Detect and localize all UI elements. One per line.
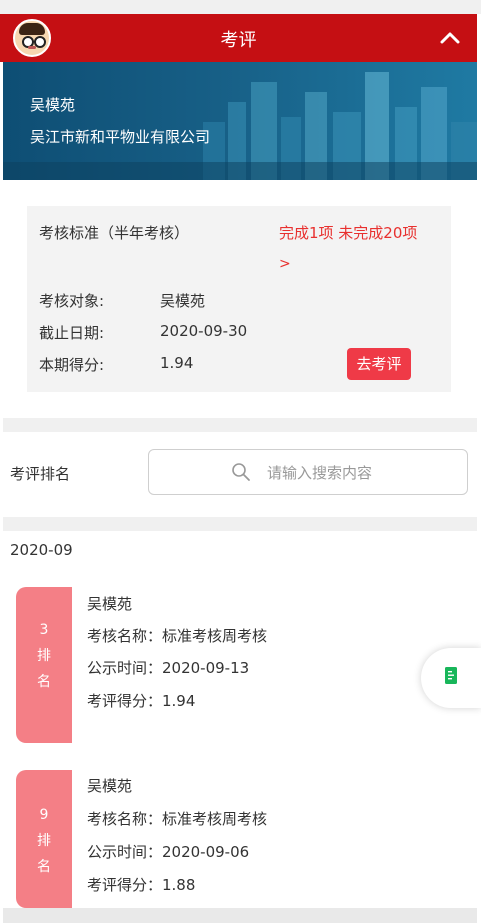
entry-assessment: 考核名称：标准考核周考核 [87,627,268,645]
assessment-standard: 考核标准（半年考核） [39,224,190,242]
page-title: 考评 [220,30,257,51]
bottom-divider [3,908,477,923]
score-value: 1.94 [160,354,194,372]
floating-action-button[interactable] [421,648,481,708]
entry-score: 考评得分：1.88 [87,876,196,894]
entry-assessment: 考核名称：标准考核周考核 [87,810,268,828]
rank-char: 排 [37,833,51,849]
search-placeholder: 请输入搜索内容 [267,464,373,482]
chevron-up-icon[interactable] [439,27,461,49]
ranking-label: 考评排名 [10,465,71,483]
rank-char: 名 [37,859,51,875]
deadline-label: 截止日期: [39,324,105,342]
rank-number: 3 [39,622,49,638]
user-name: 吴模苑 [30,96,76,114]
go-evaluate-button[interactable]: 去考评 [347,348,411,380]
target-value: 吴模苑 [160,292,206,310]
section-divider [3,418,477,432]
entry-name: 吴模苑 [87,595,133,613]
progress-link[interactable]: 完成1项 未完成20项 [279,222,417,243]
rank-char: 排 [37,648,51,664]
section-divider [3,517,477,531]
target-label: 考核对象: [39,292,105,310]
city-skyline-illustration [3,72,477,180]
deadline-value: 2020-09-30 [160,322,248,340]
rank-badge: 9 排 名 [16,770,72,908]
assessment-card: 考核标准（半年考核） 完成1项 未完成20项 > 考核对象: 吴模苑 截止日期:… [27,206,451,392]
document-icon [445,667,457,684]
search-input[interactable]: 请输入搜索内容 [148,449,468,495]
app-header: 考评 [0,14,477,62]
company-name: 吴江市新和平物业有限公司 [30,128,211,146]
rank-number: 9 [39,807,49,823]
rank-badge: 3 排 名 [16,587,72,743]
rank-char: 名 [37,674,51,690]
score-label: 本期得分: [39,356,105,374]
progress-arrow[interactable]: > [279,256,291,272]
profile-banner: 吴模苑 吴江市新和平物业有限公司 [3,62,477,180]
entry-score: 考评得分：1.94 [87,692,196,710]
status-strip [0,0,481,14]
entry-published: 公示时间：2020-09-06 [87,843,250,861]
entry-name: 吴模苑 [87,777,133,795]
period-heading: 2020-09 [10,541,73,559]
entry-published: 公示时间：2020-09-13 [87,659,250,677]
search-icon [232,463,250,481]
